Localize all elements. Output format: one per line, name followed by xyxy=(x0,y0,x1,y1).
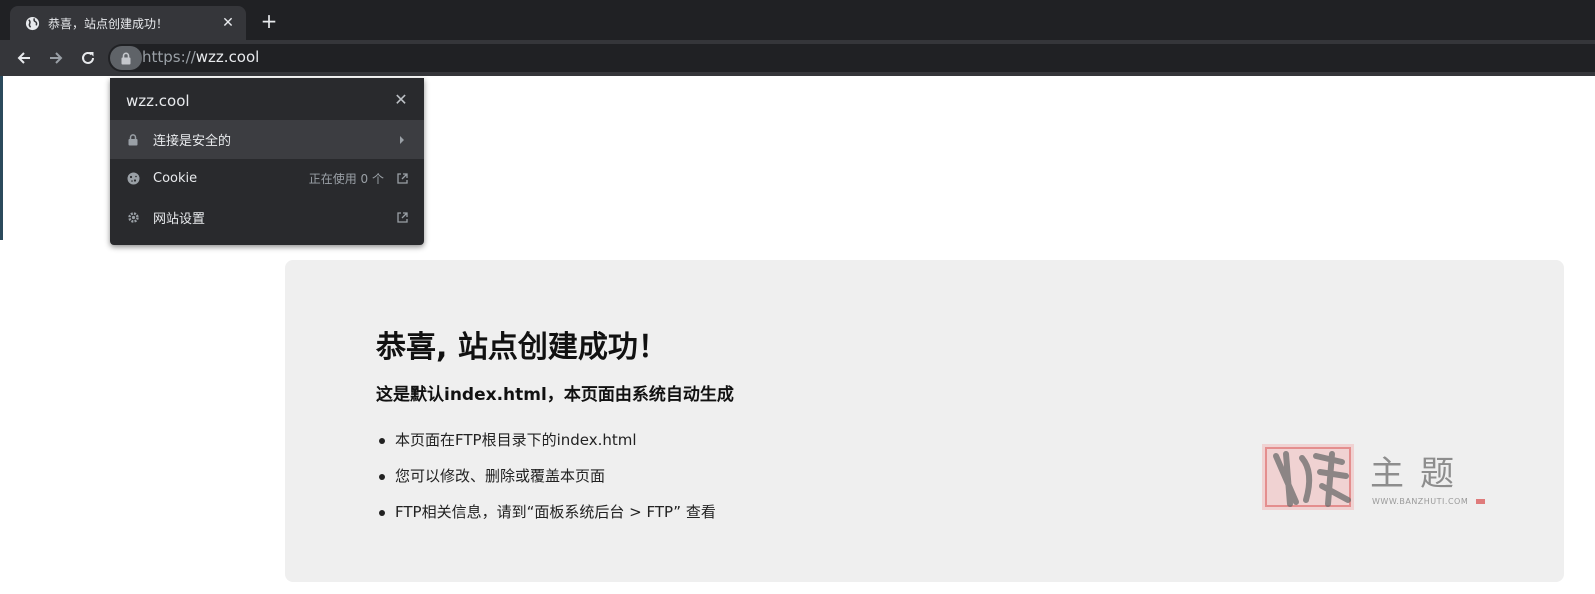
list-item: 本页面在FTP根目录下的index.html xyxy=(376,422,716,458)
tab-active[interactable]: 恭喜，站点创建成功！ ✕ xyxy=(10,6,246,40)
back-arrow-icon xyxy=(17,52,30,64)
popup-header: wzz.cool ✕ xyxy=(110,78,424,120)
page-subtitle: 这是默认index.html，本页面由系统自动生成 xyxy=(376,385,734,405)
watermark-title: 主题 xyxy=(1370,454,1470,494)
reload-icon xyxy=(82,51,94,64)
url-scheme: https:// xyxy=(142,48,196,66)
cookie-row[interactable]: Cookie 正在使用 0 个 xyxy=(110,159,424,198)
reload-button[interactable] xyxy=(76,46,100,70)
page-title: 恭喜, 站点创建成功！ xyxy=(376,330,668,365)
popup-close-icon[interactable]: ✕ xyxy=(392,90,410,109)
popup-domain: wzz.cool xyxy=(126,92,190,110)
site-settings-label: 网站设置 xyxy=(153,212,206,227)
lock-icon xyxy=(121,52,131,64)
lock-icon xyxy=(126,133,140,147)
url-text[interactable]: https://wzz.cool xyxy=(142,48,259,66)
background-window-edge xyxy=(0,76,3,240)
address-bar[interactable]: https://wzz.cool xyxy=(108,44,1595,72)
back-button[interactable] xyxy=(12,46,36,70)
tab-strip: 恭喜，站点创建成功！ ✕ + xyxy=(0,0,1595,40)
open-external-icon xyxy=(396,212,408,224)
chevron-right-icon xyxy=(396,134,408,146)
gear-icon xyxy=(126,211,140,225)
list-item: 您可以修改、删除或覆盖本页面 xyxy=(376,458,716,494)
tab-title: 恭喜，站点创建成功！ xyxy=(48,16,169,31)
cookie-label: Cookie xyxy=(153,171,198,186)
forward-arrow-icon xyxy=(50,52,63,64)
new-tab-button[interactable]: + xyxy=(258,10,280,32)
connection-secure-label: 连接是安全的 xyxy=(153,134,232,149)
watermark-logo: 主题 WWW.BANZHUTI.COM xyxy=(1262,442,1492,512)
site-info-popup: wzz.cool ✕ 连接是安全的 Cookie 正在使用 0 个 网站设置 xyxy=(110,78,424,245)
globe-icon xyxy=(24,15,40,31)
url-host: wzz.cool xyxy=(195,48,260,66)
cookie-icon xyxy=(126,172,140,186)
watermark-url: WWW.BANZHUTI.COM xyxy=(1372,497,1469,506)
site-settings-row[interactable]: 网站设置 xyxy=(110,198,424,237)
site-info-button[interactable] xyxy=(110,46,142,70)
connection-secure-row[interactable]: 连接是安全的 xyxy=(110,120,424,159)
info-list: 本页面在FTP根目录下的index.html 您可以修改、删除或覆盖本页面 FT… xyxy=(376,422,716,530)
cookie-count: 正在使用 0 个 xyxy=(308,172,384,186)
list-item: FTP相关信息，请到“面板系统后台 > FTP” 查看 xyxy=(376,494,716,530)
open-external-icon xyxy=(396,173,408,185)
content-card: 恭喜, 站点创建成功！ 这是默认index.html，本页面由系统自动生成 本页… xyxy=(285,260,1564,582)
forward-button[interactable] xyxy=(44,46,68,70)
tab-close-icon[interactable]: ✕ xyxy=(220,15,236,31)
toolbar: https://wzz.cool xyxy=(0,40,1595,76)
